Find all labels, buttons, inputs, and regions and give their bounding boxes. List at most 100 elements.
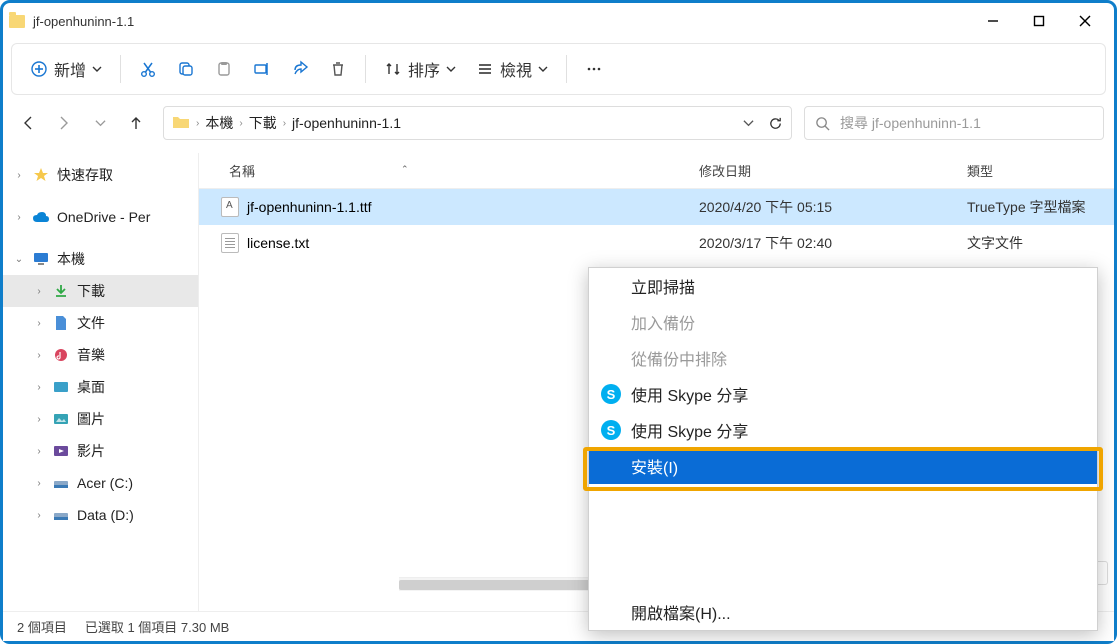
- share-button[interactable]: [283, 51, 317, 87]
- sidebar-item-thispc[interactable]: ⌄本機: [3, 243, 198, 275]
- skype-icon: S: [601, 420, 621, 440]
- sidebar-item-pictures[interactable]: ›圖片: [3, 403, 198, 435]
- music-icon: [52, 347, 70, 363]
- minimize-button[interactable]: [970, 5, 1016, 37]
- column-type[interactable]: 類型: [967, 161, 1114, 180]
- title-bar: jf-openhuninn-1.1: [3, 3, 1114, 39]
- video-icon: [52, 443, 70, 459]
- chevron-right-icon: ›: [196, 118, 199, 129]
- back-button[interactable]: [19, 114, 37, 132]
- sort-button[interactable]: 排序: [376, 51, 464, 87]
- new-label: 新增: [54, 57, 86, 81]
- folder-icon: [172, 114, 190, 132]
- plus-icon: [30, 60, 48, 78]
- cut-button[interactable]: [131, 51, 165, 87]
- share-icon: [291, 60, 309, 78]
- nav-arrows: [13, 114, 151, 132]
- new-button[interactable]: 新增: [22, 51, 110, 87]
- sidebar-item-data-drive[interactable]: ›Data (D:): [3, 499, 198, 531]
- sidebar-item-acer-drive[interactable]: ›Acer (C:): [3, 467, 198, 499]
- refresh-icon[interactable]: [768, 116, 783, 131]
- recent-button[interactable]: [91, 114, 109, 132]
- scissors-icon: [139, 60, 157, 78]
- column-name[interactable]: 名稱⌃: [199, 161, 699, 180]
- download-icon: [52, 283, 70, 299]
- view-button[interactable]: 檢視: [468, 51, 556, 87]
- folder-icon: [9, 15, 25, 28]
- file-icon: [221, 197, 239, 217]
- file-row[interactable]: jf-openhuninn-1.1.ttf 2020/4/20 下午 05:15T…: [199, 189, 1114, 225]
- forward-button[interactable]: [55, 114, 73, 132]
- search-input[interactable]: [840, 115, 1093, 131]
- toolbar: 新增 排序 檢視: [11, 43, 1106, 95]
- star-icon: [32, 167, 50, 183]
- copy-button[interactable]: [169, 51, 203, 87]
- chevron-down-icon: [538, 64, 548, 74]
- desktop-icon: [52, 379, 70, 395]
- sidebar-item-desktop[interactable]: ›桌面: [3, 371, 198, 403]
- status-item-count: 2 個項目: [17, 617, 67, 636]
- ctx-open-with[interactable]: 開啟檔案(H)...: [589, 594, 1097, 630]
- window-controls: [970, 5, 1108, 37]
- close-button[interactable]: [1062, 5, 1108, 37]
- sidebar-item-documents[interactable]: ›文件: [3, 307, 198, 339]
- ellipsis-icon: [585, 60, 603, 78]
- document-icon: [52, 315, 70, 331]
- sort-icon: [384, 60, 402, 78]
- status-selection: 已選取 1 個項目 7.30 MB: [85, 617, 229, 636]
- sidebar-item-downloads[interactable]: ›下載: [3, 275, 198, 307]
- up-button[interactable]: [127, 114, 145, 132]
- file-name: license.txt: [247, 235, 309, 251]
- sort-label: 排序: [408, 57, 440, 81]
- chevron-right-icon: ›: [283, 118, 286, 129]
- rename-icon: [253, 60, 271, 78]
- skype-icon: S: [601, 384, 621, 404]
- chevron-down-icon: [92, 64, 102, 74]
- ctx-scan[interactable]: 立即掃描: [589, 268, 1097, 304]
- chevron-down-icon[interactable]: [743, 118, 754, 129]
- ctx-skype-share-2[interactable]: S使用 Skype 分享: [589, 412, 1097, 448]
- paste-icon: [215, 60, 233, 78]
- delete-button[interactable]: [321, 51, 355, 87]
- file-type: TrueType 字型檔案: [967, 197, 1114, 217]
- crumb-downloads[interactable]: 下載: [249, 113, 277, 133]
- more-button[interactable]: [577, 51, 611, 87]
- cloud-icon: [32, 209, 50, 225]
- address-row: › 本機 › 下載 › jf-openhuninn-1.1: [13, 101, 1104, 145]
- copy-icon: [177, 60, 195, 78]
- file-date: 2020/3/17 下午 02:40: [699, 233, 967, 253]
- file-icon: [221, 233, 239, 253]
- file-date: 2020/4/20 下午 05:15: [699, 197, 967, 217]
- crumb-folder[interactable]: jf-openhuninn-1.1: [292, 115, 401, 131]
- file-name: jf-openhuninn-1.1.ttf: [247, 199, 372, 215]
- file-row[interactable]: license.txt 2020/3/17 下午 02:40文字文件: [199, 225, 1114, 261]
- paste-button[interactable]: [207, 51, 241, 87]
- column-date[interactable]: 修改日期: [699, 161, 967, 180]
- sidebar-item-videos[interactable]: ›影片: [3, 435, 198, 467]
- picture-icon: [52, 411, 70, 427]
- maximize-button[interactable]: [1016, 5, 1062, 37]
- drive-icon: [52, 475, 70, 491]
- sort-caret-icon: ⌃: [401, 164, 409, 175]
- navigation-pane: ›快速存取 ›OneDrive - Per ⌄本機 ›下載 ›文件 ›音樂 ›桌…: [3, 153, 199, 631]
- search-icon: [815, 116, 830, 131]
- file-type: 文字文件: [967, 233, 1114, 253]
- drive-icon: [52, 507, 70, 523]
- monitor-icon: [32, 251, 50, 267]
- ctx-backup[interactable]: 加入備份: [589, 304, 1097, 340]
- crumb-thispc[interactable]: 本機: [205, 113, 233, 133]
- ctx-exclude-backup[interactable]: 從備份中排除: [589, 340, 1097, 376]
- sidebar-item-quick-access[interactable]: ›快速存取: [3, 159, 198, 191]
- ctx-skype-share-1[interactable]: S使用 Skype 分享: [589, 376, 1097, 412]
- chevron-down-icon: [446, 64, 456, 74]
- column-headers: 名稱⌃ 修改日期 類型: [199, 153, 1114, 189]
- install-highlight-border: [583, 447, 1103, 491]
- address-bar[interactable]: › 本機 › 下載 › jf-openhuninn-1.1: [163, 106, 792, 140]
- sidebar-item-onedrive[interactable]: ›OneDrive - Per: [3, 201, 198, 233]
- window-title: jf-openhuninn-1.1: [33, 14, 134, 29]
- search-box[interactable]: [804, 106, 1104, 140]
- sidebar-item-music[interactable]: ›音樂: [3, 339, 198, 371]
- trash-icon: [329, 60, 347, 78]
- rename-button[interactable]: [245, 51, 279, 87]
- view-label: 檢視: [500, 57, 532, 81]
